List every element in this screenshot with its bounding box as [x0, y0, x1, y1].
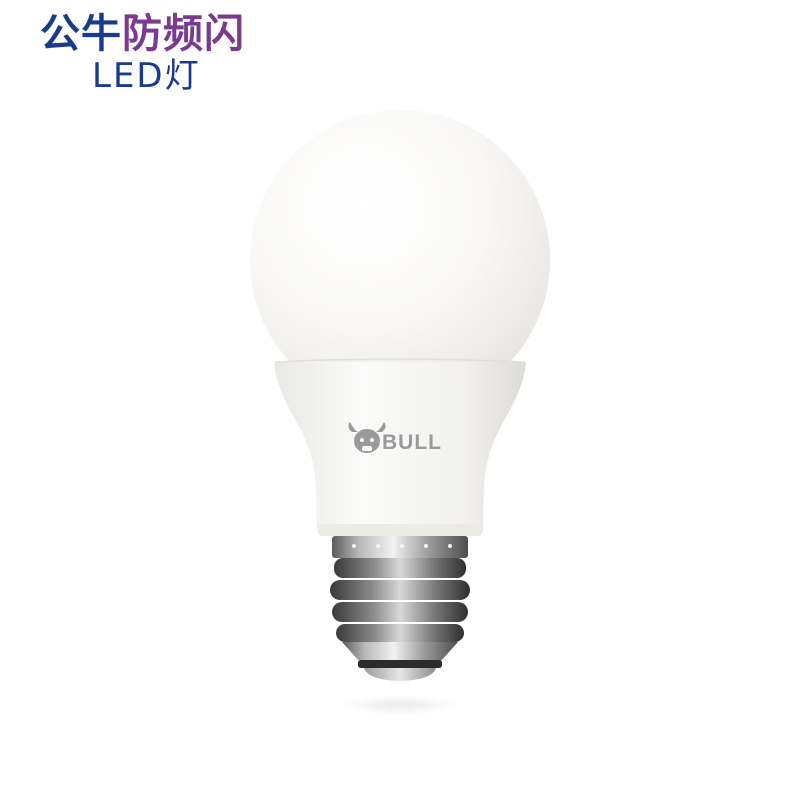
- screw-threads: [330, 558, 470, 642]
- headline-title: 公牛防频闪: [40, 10, 245, 58]
- led-bulb-illustration: BULL: [250, 110, 550, 715]
- product-type: LED灯: [92, 56, 201, 96]
- brand-name: 公牛: [40, 11, 122, 57]
- bull-logo-text: BULL: [382, 431, 442, 454]
- floor-reflection: [340, 695, 460, 715]
- product-image: BULL 公牛防频闪 LED灯: [0, 0, 800, 800]
- screw-base: [330, 536, 470, 681]
- feature-text: 防频闪: [122, 11, 245, 57]
